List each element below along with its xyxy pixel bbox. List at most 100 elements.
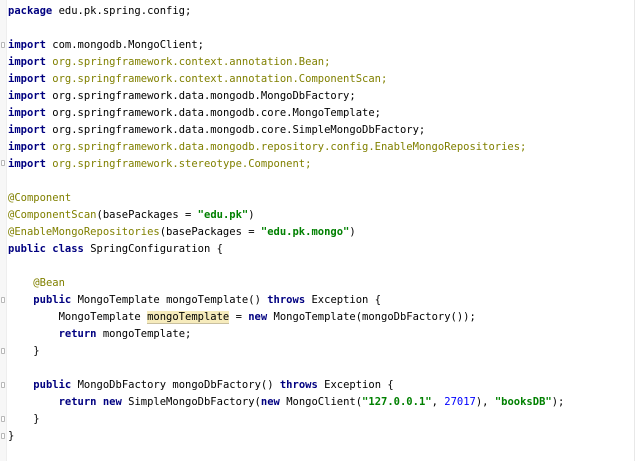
code-line[interactable]: import org.springframework.data.mongodb.… <box>8 139 564 156</box>
code-token: MongoTemplate mongoTemplate() <box>77 294 268 306</box>
code-token: "edu.pk.mongo" <box>260 226 350 238</box>
fold-marker-icon[interactable] <box>0 348 6 355</box>
code-token: public <box>33 294 78 306</box>
code-token: throws <box>279 379 325 391</box>
fold-marker-icon[interactable] <box>0 160 6 167</box>
code-token: import <box>8 39 53 51</box>
code-token: public class <box>8 243 91 255</box>
code-token: org.springframework.data.mongodb.reposit… <box>52 141 527 153</box>
code-line[interactable]: @Component <box>8 190 564 207</box>
code-line[interactable]: return new SimpleMongoDbFactory(new Mong… <box>8 394 565 411</box>
code-token: @Component <box>8 192 72 204</box>
code-token: mongoTemplate; <box>102 328 192 340</box>
code-lines[interactable]: package edu.pk.spring.config; import com… <box>8 3 564 445</box>
fold-marker-icon[interactable] <box>0 297 6 304</box>
code-line[interactable] <box>8 360 564 377</box>
code-token: MongoTemplate <box>8 311 148 323</box>
code-token: import <box>8 141 53 153</box>
code-line[interactable]: public class SpringConfiguration { <box>8 241 564 258</box>
editor-gutter <box>0 0 7 461</box>
code-token: @Bean <box>33 277 65 289</box>
code-token: ) <box>349 226 356 238</box>
code-token: org.springframework.data.mongodb.MongoDb… <box>52 90 356 102</box>
code-line[interactable]: return mongoTemplate; <box>8 326 564 343</box>
code-line[interactable]: public MongoDbFactory mongoDbFactory() t… <box>8 377 564 394</box>
code-token: ); <box>551 396 565 408</box>
code-line[interactable]: import org.springframework.context.annot… <box>8 71 564 88</box>
code-token: org.springframework.context.annotation.B… <box>52 56 331 68</box>
code-token: ) <box>248 209 255 221</box>
code-token: new <box>248 311 274 323</box>
code-token: throws <box>267 294 312 306</box>
code-token: new <box>260 396 287 408</box>
code-token: return new <box>58 396 129 408</box>
code-token: } <box>8 430 15 442</box>
code-token: public <box>33 379 78 391</box>
code-token: MongoDbFactory mongoDbFactory() <box>77 379 280 391</box>
code-token: "booksDB" <box>494 396 552 408</box>
fold-marker-icon[interactable] <box>0 433 6 440</box>
code-line[interactable]: import org.springframework.data.mongodb.… <box>8 122 564 139</box>
code-token: (basePackages = <box>96 209 198 221</box>
code-token: edu.pk.spring.config; <box>58 5 192 17</box>
code-line[interactable]: @ComponentScan(basePackages = "edu.pk") <box>8 207 564 224</box>
code-token: com.mongodb.MongoClient; <box>52 39 204 51</box>
code-line[interactable]: import com.mongodb.MongoClient; <box>8 37 564 54</box>
code-token: (basePackages = <box>159 226 261 238</box>
code-token: package <box>8 5 59 17</box>
fold-marker-icon[interactable] <box>0 416 6 423</box>
code-token: , <box>431 396 445 408</box>
code-token: Exception { <box>311 294 382 306</box>
code-token: MongoClient( <box>286 396 363 408</box>
code-token: return <box>58 328 103 340</box>
code-token: Exception { <box>324 379 394 391</box>
right-margin-guide <box>634 0 635 461</box>
code-token: SpringConfiguration { <box>90 243 223 255</box>
code-line[interactable]: import org.springframework.data.mongodb.… <box>8 88 564 105</box>
code-token: import <box>8 90 53 102</box>
code-token: @ComponentScan <box>8 209 97 221</box>
code-line[interactable]: } <box>8 343 564 360</box>
code-token: org.springframework.data.mongodb.core.Si… <box>52 124 426 136</box>
code-token: import <box>8 56 53 68</box>
code-token: "127.0.0.1" <box>362 396 432 408</box>
code-line[interactable]: @EnableMongoRepositories(basePackages = … <box>8 224 564 241</box>
code-editor[interactable]: package edu.pk.spring.config; import com… <box>0 0 640 461</box>
code-line[interactable]: import org.springframework.context.annot… <box>8 54 564 71</box>
code-token: "edu.pk" <box>197 209 249 221</box>
code-line[interactable]: } <box>8 411 564 428</box>
code-token: ), <box>475 396 495 408</box>
code-token: = <box>229 311 249 323</box>
code-token: @EnableMongoRepositories <box>8 226 160 238</box>
code-token: org.springframework.stereotype.Component… <box>52 158 312 170</box>
code-line[interactable] <box>8 20 564 37</box>
code-token: MongoTemplate(mongoDbFactory()); <box>273 311 476 323</box>
code-line[interactable]: package edu.pk.spring.config; <box>8 3 564 20</box>
fold-marker-icon[interactable] <box>0 42 6 49</box>
code-line[interactable] <box>8 258 564 275</box>
code-line[interactable]: MongoTemplate mongoTemplate = new MongoT… <box>8 309 564 326</box>
code-line[interactable]: import org.springframework.stereotype.Co… <box>8 156 564 173</box>
code-token: import <box>8 158 53 170</box>
code-token: } <box>8 413 40 425</box>
code-token: SimpleMongoDbFactory( <box>128 396 261 408</box>
fold-marker-icon[interactable] <box>0 382 6 389</box>
code-line[interactable]: @Bean <box>8 275 564 292</box>
code-token: import <box>8 124 53 136</box>
code-line[interactable]: public MongoTemplate mongoTemplate() thr… <box>8 292 564 309</box>
code-token: import <box>8 73 53 85</box>
code-line[interactable]: import org.springframework.data.mongodb.… <box>8 105 564 122</box>
highlighted-identifier: mongoTemplate <box>147 311 230 324</box>
code-line[interactable]: } <box>8 428 564 445</box>
code-token: } <box>8 345 40 357</box>
code-token: import <box>8 107 53 119</box>
code-token: 27017 <box>444 396 476 408</box>
code-line[interactable] <box>8 173 564 190</box>
code-token: org.springframework.context.annotation.C… <box>52 73 388 85</box>
code-token: org.springframework.data.mongodb.core.Mo… <box>52 107 381 119</box>
